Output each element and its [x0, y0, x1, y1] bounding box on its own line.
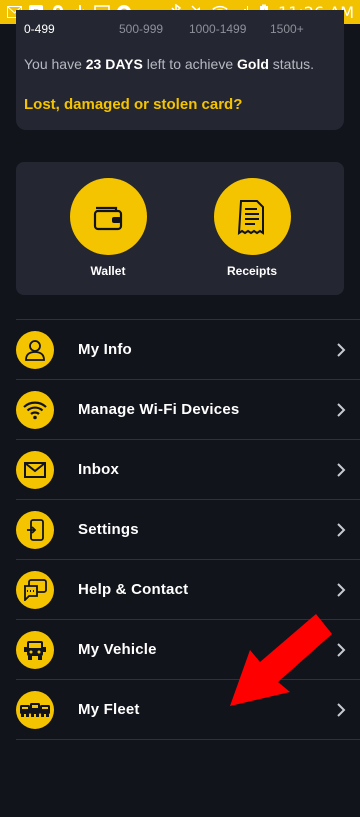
chevron-right-icon — [337, 522, 346, 537]
menu-item-label: Help & Contact — [78, 581, 189, 598]
rewards-status-card: 0-499 500-999 1000-1499 1500+ You have 2… — [16, 10, 344, 130]
menu-item-my-vehicle[interactable]: My Vehicle — [16, 619, 360, 679]
menu-item-label: My Info — [78, 341, 132, 358]
wifi-icon — [16, 390, 54, 429]
menu-item-my-fleet[interactable]: My Fleet — [16, 679, 360, 740]
menu-item-my-info[interactable]: My Info — [16, 319, 360, 379]
chevron-right-icon — [337, 342, 346, 357]
wallet-button[interactable]: Wallet — [58, 178, 158, 278]
menu-item-label: Settings — [78, 521, 139, 538]
chat-icon — [16, 570, 54, 609]
tier-range: 0-499 — [24, 22, 55, 36]
tier-range: 1500+ — [270, 22, 304, 36]
settings-icon — [16, 510, 54, 549]
menu-item-wifi-devices[interactable]: Manage Wi-Fi Devices — [16, 379, 360, 439]
menu-item-help-contact[interactable]: Help & Contact — [16, 559, 360, 619]
envelope-icon — [16, 450, 54, 489]
receipts-label: Receipts — [226, 264, 278, 278]
status-message: You have 23 DAYS left to achieve Gold st… — [24, 56, 315, 72]
menu-item-settings[interactable]: Settings — [16, 499, 360, 559]
receipt-icon — [213, 178, 291, 255]
wallet-icon — [69, 178, 147, 255]
tier-range: 1000-1499 — [189, 22, 247, 36]
person-icon — [16, 330, 54, 369]
chevron-right-icon — [337, 702, 346, 717]
account-menu: My Info Manage Wi-Fi Devices Inbox Setti… — [16, 319, 360, 740]
chevron-right-icon — [337, 402, 346, 417]
menu-item-label: Manage Wi-Fi Devices — [78, 401, 240, 418]
lost-card-link[interactable]: Lost, damaged or stolen card? — [24, 96, 242, 113]
menu-item-label: My Fleet — [78, 701, 140, 718]
menu-item-label: Inbox — [78, 461, 119, 478]
chevron-right-icon — [337, 462, 346, 477]
wallet-label: Wallet — [90, 264, 126, 278]
tier-ranges: 0-499 500-999 1000-1499 1500+ — [24, 22, 334, 38]
receipts-button[interactable]: Receipts — [202, 178, 302, 278]
chevron-right-icon — [337, 582, 346, 597]
fleet-icon — [16, 690, 54, 729]
menu-item-label: My Vehicle — [78, 641, 157, 658]
tier-range: 500-999 — [119, 22, 164, 36]
chevron-right-icon — [337, 642, 346, 657]
truck-icon — [16, 630, 54, 669]
menu-item-inbox[interactable]: Inbox — [16, 439, 360, 499]
quick-actions-card: Wallet Receipts — [16, 162, 344, 295]
